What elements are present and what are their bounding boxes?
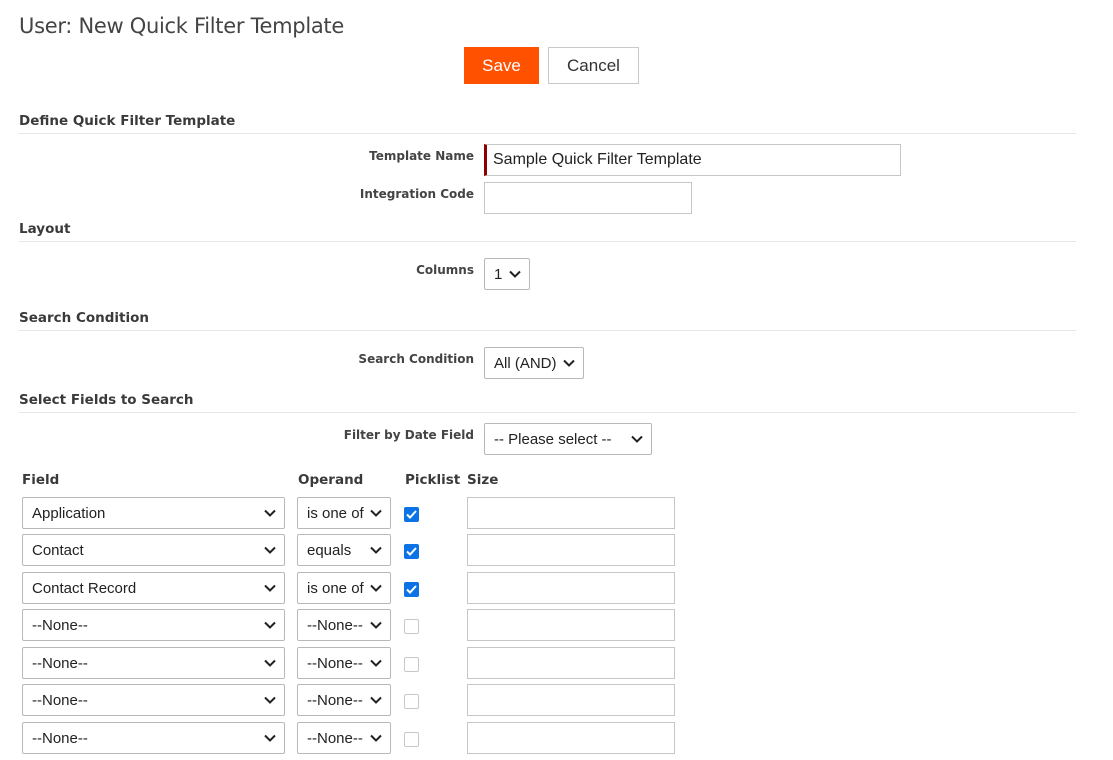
picklist-checkbox[interactable] [404,694,419,709]
section-search-condition-header: Search Condition [19,310,1076,331]
template-name-value: Sample Quick Filter Template [493,151,702,168]
picklist-checkbox[interactable] [404,619,419,634]
size-input[interactable] [467,497,675,529]
size-input[interactable] [467,572,675,604]
field-select[interactable]: Application [22,497,285,529]
chevron-down-icon [264,507,276,519]
operand-select-value: --None-- [307,616,363,634]
save-button[interactable]: Save [464,47,539,84]
columns-select-value: 1 [494,265,503,283]
field-select[interactable]: Contact Record [22,572,285,604]
field-select-value: Application [32,504,106,522]
field-select[interactable]: --None-- [22,647,285,679]
picklist-checkbox[interactable] [404,544,419,559]
filter-date-field-label: Filter by Date Field [343,428,474,442]
checkmark-icon [406,547,417,556]
checkmark-icon [406,585,417,594]
operand-column-header: Operand [298,472,364,488]
field-select-value: --None-- [32,654,88,672]
chevron-down-icon [264,619,276,631]
operand-select[interactable]: --None-- [297,609,391,641]
chevron-down-icon [370,507,382,519]
field-select-value: Contact [32,541,84,559]
operand-select[interactable]: is one of [297,497,391,529]
size-input[interactable] [467,684,675,716]
chevron-down-icon [509,268,521,280]
operand-select[interactable]: --None-- [297,684,391,716]
field-column-header: Field [22,472,60,488]
columns-label: Columns [416,263,474,277]
cancel-button[interactable]: Cancel [548,47,639,84]
page-title: User: New Quick Filter Template [19,14,344,38]
integration-code-input[interactable] [484,182,692,214]
search-condition-label: Search Condition [358,352,474,366]
size-input[interactable] [467,647,675,679]
size-input[interactable] [467,722,675,754]
filter-date-field-select[interactable]: -- Please select -- [484,423,652,455]
template-name-input[interactable]: Sample Quick Filter Template [484,144,901,176]
field-select-value: Contact Record [32,579,137,597]
size-input[interactable] [467,609,675,641]
chevron-down-icon [264,582,276,594]
picklist-column-header: Picklist [405,472,461,488]
section-layout-header: Layout [19,221,1076,242]
chevron-down-icon [370,619,382,631]
picklist-checkbox[interactable] [404,657,419,672]
field-select-value: --None-- [32,729,88,747]
chevron-down-icon [370,544,382,556]
picklist-checkbox[interactable] [404,507,419,522]
chevron-down-icon [264,694,276,706]
field-select[interactable]: --None-- [22,684,285,716]
integration-code-label: Integration Code [359,187,474,201]
operand-select-value: is one of [307,579,364,597]
search-condition-select-value: All (AND) [494,354,557,372]
template-name-label: Template Name [369,149,474,163]
checkmark-icon [406,510,417,519]
size-column-header: Size [467,472,499,488]
picklist-checkbox[interactable] [404,732,419,747]
columns-select[interactable]: 1 [484,258,530,290]
chevron-down-icon [264,544,276,556]
field-select-value: --None-- [32,616,88,634]
picklist-checkbox[interactable] [404,582,419,597]
chevron-down-icon [631,433,643,445]
chevron-down-icon [370,582,382,594]
operand-select[interactable]: equals [297,534,391,566]
field-select[interactable]: --None-- [22,722,285,754]
operand-select-value: equals [307,541,352,559]
operand-select-value: --None-- [307,729,363,747]
filter-date-field-select-value: -- Please select -- [494,430,612,448]
section-select-fields-header: Select Fields to Search [19,392,1076,413]
chevron-down-icon [264,657,276,669]
operand-select-value: is one of [307,504,364,522]
chevron-down-icon [370,657,382,669]
search-condition-select[interactable]: All (AND) [484,347,584,379]
operand-select-value: --None-- [307,654,363,672]
chevron-down-icon [264,732,276,744]
field-select-value: --None-- [32,691,88,709]
section-define-header: Define Quick Filter Template [19,113,1076,134]
operand-select[interactable]: --None-- [297,647,391,679]
chevron-down-icon [563,357,575,369]
operand-select[interactable]: is one of [297,572,391,604]
size-input[interactable] [467,534,675,566]
field-select[interactable]: Contact [22,534,285,566]
operand-select-value: --None-- [307,691,363,709]
field-select[interactable]: --None-- [22,609,285,641]
operand-select[interactable]: --None-- [297,722,391,754]
chevron-down-icon [370,694,382,706]
chevron-down-icon [370,732,382,744]
